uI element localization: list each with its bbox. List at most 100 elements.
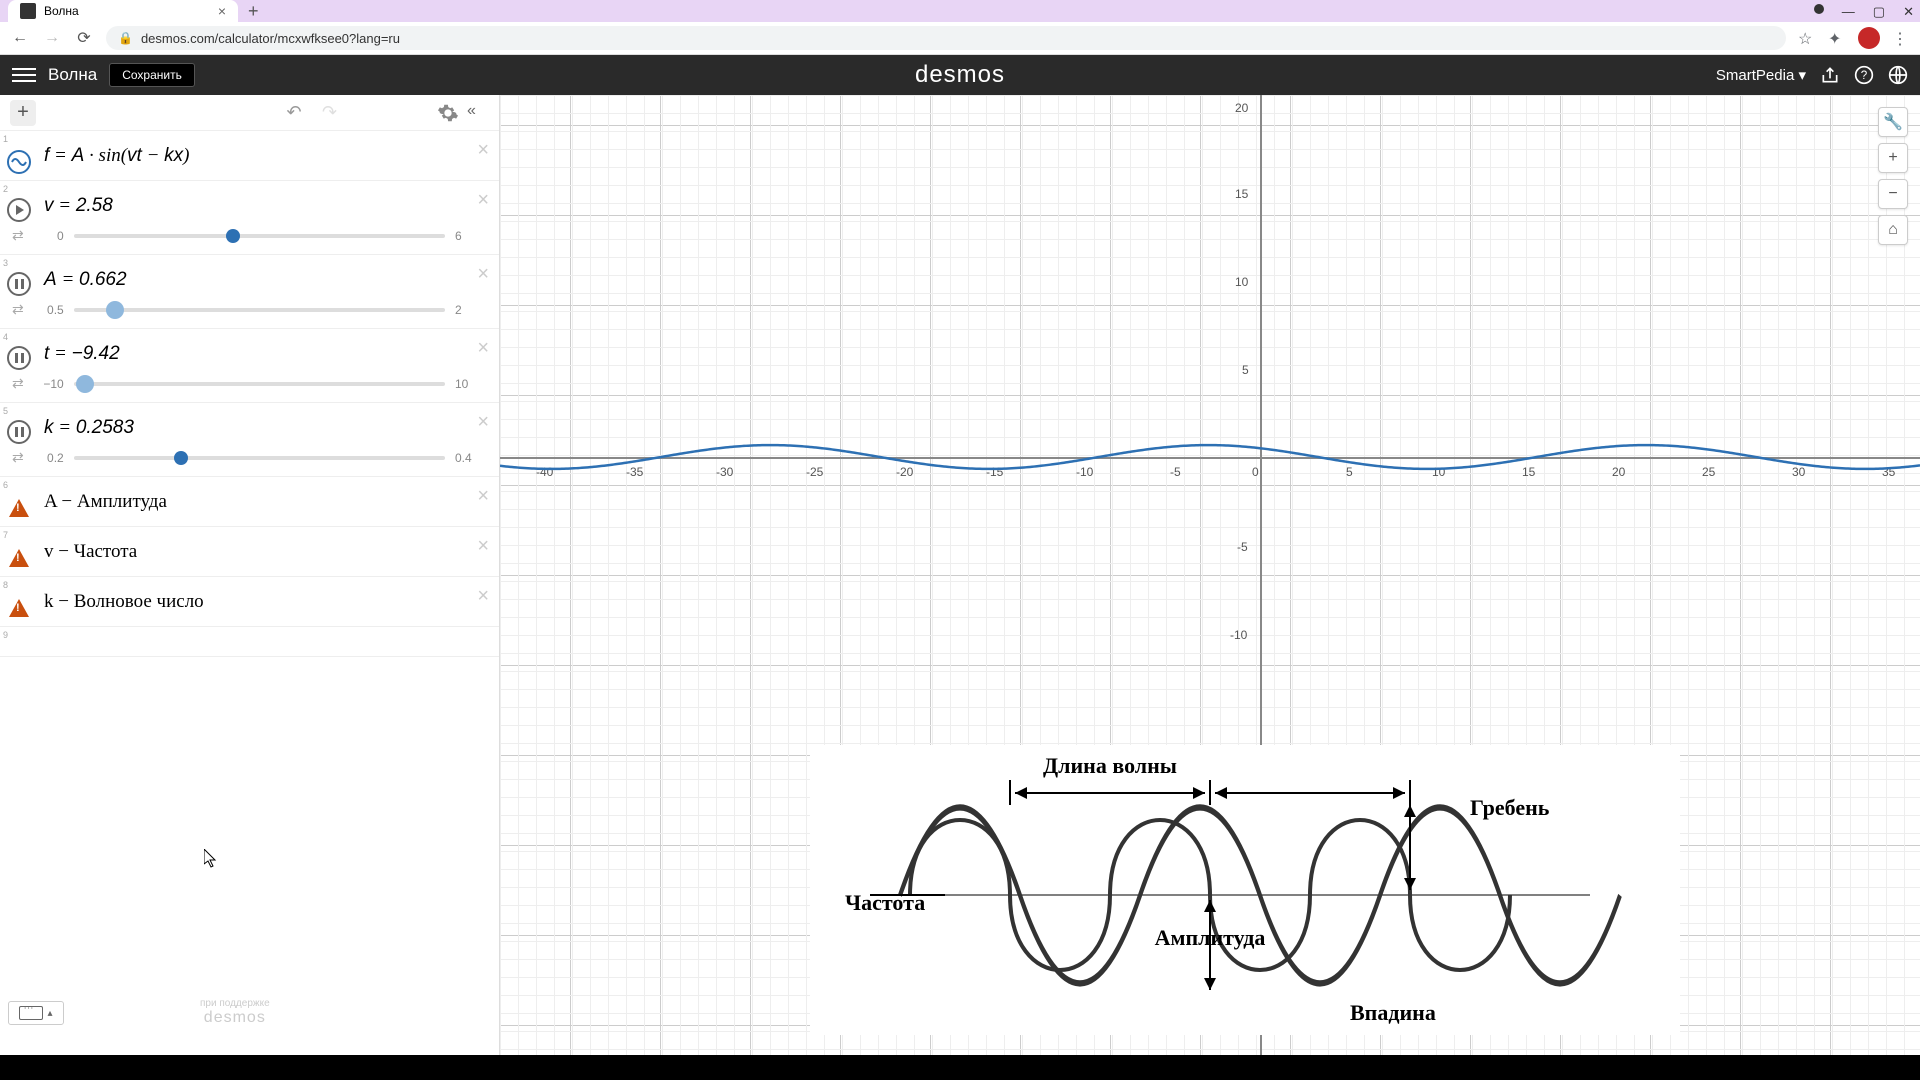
taskbar [0,1055,1920,1080]
home-button[interactable]: ⌂ [1878,215,1908,245]
url-text: desmos.com/calculator/mcxwfksee0?lang=ru [141,31,400,46]
delete-expression-icon[interactable]: × [477,337,489,360]
expression-row-slider-k[interactable]: 5 k = 0.2583 × ⇄ 0.2 0.4 [0,403,499,477]
zoom-out-button[interactable]: − [1878,179,1908,209]
lock-icon: 🔒 [118,31,133,45]
slider-track[interactable] [74,382,445,386]
expression-panel: + ↶ ↶ « 1 f = A · sin(vt − kx) × 2 v = 2… [0,95,500,1055]
star-icon[interactable]: ☆ [1798,29,1816,47]
share-icon[interactable] [1820,65,1840,85]
delete-expression-icon[interactable]: × [477,585,489,608]
slider-thumb[interactable] [174,451,188,465]
url-field[interactable]: 🔒 desmos.com/calculator/mcxwfksee0?lang=… [106,26,1786,50]
undo-button[interactable]: ↶ [287,102,309,124]
warning-icon[interactable] [9,599,29,617]
minimize-button[interactable]: — [1842,4,1855,20]
delete-expression-icon[interactable]: × [477,411,489,434]
delete-expression-icon[interactable]: × [477,485,489,508]
loop-mode-icon[interactable]: ⇄ [12,227,24,244]
expression-text[interactable]: f = A · sin(vt − kx) [38,131,499,180]
reload-button[interactable]: ⟳ [74,28,94,48]
function-color-icon[interactable] [7,150,31,174]
collapse-panel-button[interactable]: « [467,102,489,124]
expression-row-note[interactable]: 6 A − Амплитуда × [0,477,499,527]
window-controls: — ▢ ✕ [1814,4,1914,20]
expression-row-empty[interactable]: 9 [0,627,499,657]
svg-text:?: ? [1861,69,1868,82]
delete-expression-icon[interactable]: × [477,263,489,286]
keyboard-toggle[interactable]: ▴ [8,1001,64,1025]
caret-up-icon: ▴ [47,1008,52,1019]
extensions-icon[interactable]: ✦ [1828,29,1846,47]
pause-slider-icon[interactable] [7,272,31,296]
loop-mode-icon[interactable]: ⇄ [12,301,24,318]
warning-icon[interactable] [9,549,29,567]
wave-diagram: Длина волны Гребень Частота Амплитуда Вп… [810,745,1680,1035]
save-button[interactable]: Сохранить [109,63,195,87]
expression-row-slider-v[interactable]: 2 v = 2.58 × ⇄ 0 6 [0,181,499,255]
keyboard-icon [19,1006,43,1020]
help-icon[interactable]: ? [1854,65,1874,85]
wrench-icon[interactable]: 🔧 [1878,107,1908,137]
slider-track[interactable] [74,308,445,312]
wave-curve [500,95,1920,795]
note-text[interactable]: k − Волновое число [38,577,499,626]
maximize-button[interactable]: ▢ [1873,4,1885,20]
expression-row-slider-t[interactable]: 4 t = −9.42 × ⇄ −10 10 [0,329,499,403]
close-tab-icon[interactable]: × [218,3,226,19]
loop-mode-icon[interactable]: ⇄ [12,449,24,466]
slider-thumb[interactable] [76,375,94,393]
note-text[interactable]: A − Амплитуда [38,477,499,526]
delete-expression-icon[interactable]: × [477,535,489,558]
svg-text:Длина волны: Длина волны [1043,753,1177,778]
slider-expression[interactable]: v = 2.58 [38,181,499,227]
expression-row-function[interactable]: 1 f = A · sin(vt − kx) × [0,131,499,181]
add-expression-button[interactable]: + [10,100,36,126]
svg-text:Частота: Частота [845,890,925,915]
slider-expression[interactable]: A = 0.662 [38,255,499,301]
expression-toolbar: + ↶ ↶ « [0,95,499,131]
hamburger-menu[interactable] [12,63,36,87]
slider-expression[interactable]: k = 0.2583 [38,403,499,449]
svg-text:Впадина: Впадина [1350,1000,1436,1025]
expression-row-note[interactable]: 7 v − Частота × [0,527,499,577]
graph-canvas[interactable]: 20 15 10 5 -5 -10 -40 -35 -30 -25 -20 -1… [500,95,1920,1055]
desmos-logo: desmos [915,61,1005,89]
zoom-in-button[interactable]: + [1878,143,1908,173]
pause-slider-icon[interactable] [7,346,31,370]
back-button[interactable]: ← [10,28,30,48]
svg-text:Гребень: Гребень [1470,795,1550,820]
settings-icon[interactable] [437,102,459,124]
user-menu[interactable]: SmartPedia ▾ [1716,66,1806,84]
graph-title[interactable]: Волна [48,65,97,85]
slider-thumb[interactable] [106,301,124,319]
expression-row-slider-a[interactable]: 3 A = 0.662 × ⇄ 0.5 2 [0,255,499,329]
play-slider-icon[interactable] [7,198,31,222]
pause-slider-icon[interactable] [7,420,31,444]
tab-bar: Волна × + [0,0,1920,22]
new-tab-button[interactable]: + [248,1,259,22]
menu-icon[interactable]: ⋮ [1892,29,1910,47]
browser-tab[interactable]: Волна × [8,0,238,22]
expression-row-note[interactable]: 8 k − Волновое число × [0,577,499,627]
app-header: Волна Сохранить desmos SmartPedia ▾ ? [0,55,1920,95]
slider-thumb[interactable] [226,229,240,243]
delete-expression-icon[interactable]: × [477,189,489,212]
delete-expression-icon[interactable]: × [477,139,489,162]
forward-button[interactable]: → [42,28,62,48]
account-dot-icon[interactable] [1814,4,1824,14]
slider-track[interactable] [74,456,445,460]
graph-controls: 🔧 + − ⌂ [1878,107,1908,245]
warning-icon[interactable] [9,499,29,517]
close-window-button[interactable]: ✕ [1903,4,1914,20]
note-text[interactable]: v − Частота [38,527,499,576]
language-icon[interactable] [1888,65,1908,85]
slider-expression[interactable]: t = −9.42 [38,329,499,375]
redo-button[interactable]: ↶ [315,102,337,124]
slider-track[interactable] [74,234,445,238]
profile-avatar[interactable] [1858,27,1880,49]
browser-chrome: Волна × + ← → ⟳ 🔒 desmos.com/calculator/… [0,0,1920,55]
main: + ↶ ↶ « 1 f = A · sin(vt − kx) × 2 v = 2… [0,95,1920,1055]
favicon-icon [20,3,36,19]
loop-mode-icon[interactable]: ⇄ [12,375,24,392]
